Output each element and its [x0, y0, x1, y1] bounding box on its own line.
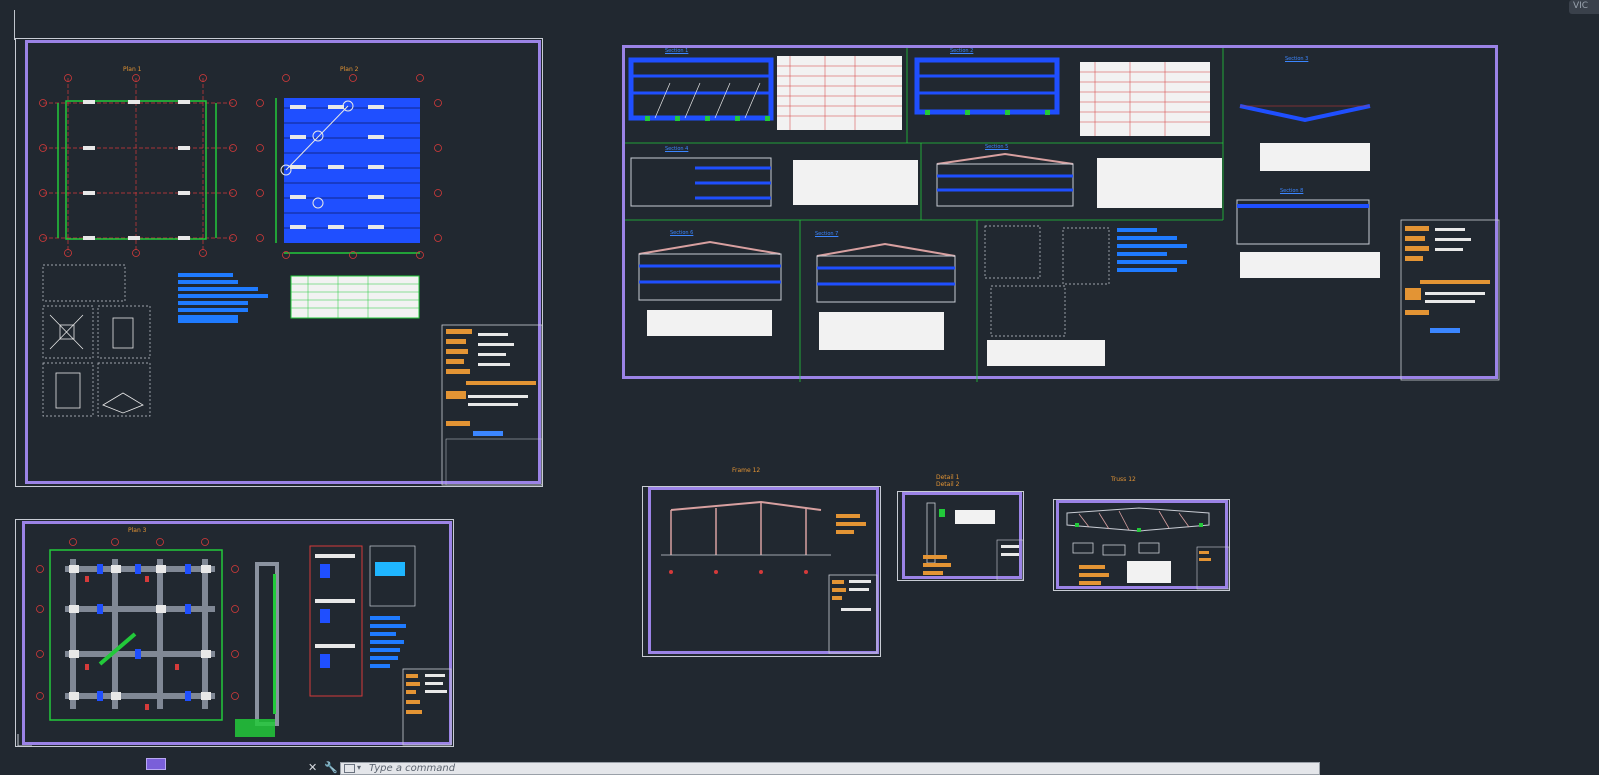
sheet-2-title: Plan 3	[128, 527, 147, 534]
viewcube-label[interactable]: VIC	[1569, 0, 1599, 14]
wrench-icon[interactable]: 🔧	[324, 761, 338, 774]
sheet-6-caption: Truss 12	[1111, 476, 1136, 483]
section-2-title: Section 2	[950, 48, 974, 54]
sheet-3[interactable]: Section 1 Section 2 Section 3 Section 4 …	[622, 45, 1500, 382]
sheet-4-drawing	[661, 500, 878, 654]
ucs-icon	[17, 734, 32, 747]
sheet-6-drawing	[1066, 507, 1230, 590]
section-7-title: Section 7	[815, 231, 839, 237]
crosshair-line	[14, 10, 15, 40]
roof-plan-fill	[284, 98, 420, 243]
sheet-4[interactable]	[648, 487, 879, 654]
sheet-1-title-b: Plan 2	[340, 66, 359, 73]
command-line-buttons: ✕ 🔧	[306, 761, 340, 775]
sheet-6[interactable]	[1056, 500, 1230, 590]
sheet-1-title-a: Plan 1	[123, 66, 142, 73]
section-6-title: Section 6	[670, 230, 694, 236]
sheet-2-drawing	[36, 538, 452, 746]
viewcube-text: VIC	[1573, 1, 1589, 11]
sheet-2[interactable]: Plan 3	[22, 521, 452, 746]
command-input[interactable]: Type a command	[369, 763, 455, 775]
section-1-title: Section 1	[665, 48, 689, 54]
section-4-title: Section 4	[665, 146, 689, 152]
sheet-5[interactable]	[902, 492, 1024, 581]
section-5-title: Section 5	[985, 144, 1009, 150]
layout-tab-marker[interactable]	[146, 758, 166, 770]
sheet-5-caption-a: Detail 1	[936, 474, 960, 481]
close-icon[interactable]: ✕	[308, 761, 317, 774]
sheet-1-drawing	[39, 74, 543, 486]
sheet-5-drawing	[923, 502, 1024, 581]
section-3-title: Section 3	[1285, 56, 1309, 62]
section-8-title: Section 8	[1280, 188, 1304, 194]
sheet-5-caption-b: Detail 2	[936, 481, 960, 488]
sheet-3-drawing	[625, 48, 1500, 382]
command-history-icon[interactable]	[344, 764, 355, 773]
sheet-4-caption: Frame 12	[732, 467, 761, 474]
command-line[interactable]: ▾ Type a command	[340, 762, 1320, 775]
chevron-down-icon[interactable]: ▾	[357, 763, 361, 772]
sheet-1[interactable]: Plan 1 Plan 2	[25, 40, 543, 486]
